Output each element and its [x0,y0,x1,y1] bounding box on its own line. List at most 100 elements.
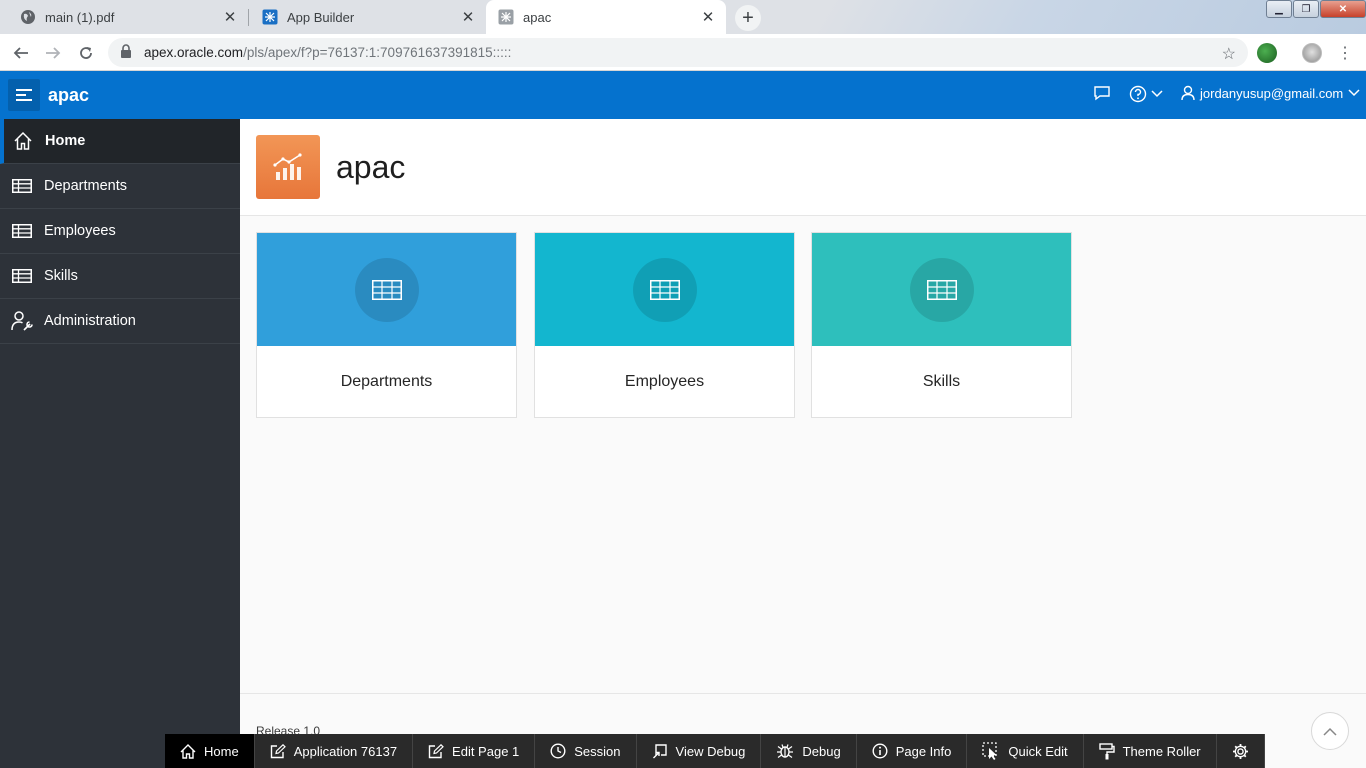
devbar-page-info-button[interactable]: Page Info [857,734,968,768]
arrow-right-icon [46,47,61,59]
chat-bubble-icon [1094,86,1110,101]
new-tab-button[interactable]: + [735,5,761,31]
devbar-settings-button[interactable] [1217,734,1265,768]
sidebar-item-administration[interactable]: Administration [0,299,240,344]
devbar-application-button[interactable]: Application 76137 [255,734,414,768]
paint-roller-icon [1098,742,1115,760]
card-banner [257,233,516,346]
card-employees[interactable]: Employees [534,232,795,418]
arrow-left-icon [13,47,28,59]
bookmark-star-icon[interactable]: ☆ [1222,44,1236,64]
side-navigation: Home Departments Employees Skills Admini… [0,119,240,768]
apex-icon [498,9,514,25]
close-tab-icon[interactable]: ✕ [700,8,716,26]
devbar-label: Application 76137 [293,743,398,759]
bug-icon [776,743,794,759]
devbar-quick-edit-button[interactable]: Quick Edit [967,734,1084,768]
browser-toolbar: apex.oracle.com/pls/apex/f?p=76137:1:709… [0,34,1366,71]
sidebar-item-label: Employees [44,223,116,239]
clock-icon [550,743,566,759]
edit-icon [270,743,286,759]
chevron-up-icon [1323,727,1337,736]
devbar-view-debug-button[interactable]: View Debug [637,734,762,768]
gear-icon [1232,743,1249,760]
extension-icon[interactable] [1257,43,1277,63]
restore-button[interactable]: ❐ [1293,0,1319,18]
user-email: jordanyusup@gmail.com [1200,85,1344,101]
devbar-session-button[interactable]: Session [535,734,637,768]
browser-tab-app-builder[interactable]: App Builder ✕ [250,0,486,34]
table-icon [11,175,33,197]
page-title: apac [336,149,406,185]
chevron-down-icon [1151,90,1163,98]
card-departments[interactable]: Departments [256,232,517,418]
app-chart-icon [256,135,320,199]
minimize-button[interactable]: ▁ [1266,0,1292,18]
sidebar-item-departments[interactable]: Departments [0,164,240,209]
window-close-button[interactable]: ✕ [1320,0,1366,18]
sidebar-item-label: Administration [44,313,136,329]
footer-divider [240,693,1366,694]
devbar-debug-button[interactable]: Debug [761,734,857,768]
table-icon [11,265,33,287]
edit-icon [428,743,444,759]
card-label: Employees [624,373,705,390]
devbar-home-button[interactable]: Home [165,734,255,768]
info-icon [872,743,888,759]
feedback-button[interactable] [1093,85,1111,101]
close-tab-icon[interactable]: ✕ [222,8,238,26]
table-icon [649,279,680,300]
help-icon [1129,85,1147,103]
url-host: apex.oracle.com [144,45,244,60]
browser-tab-apac[interactable]: apac ✕ [486,0,726,34]
sidebar-item-home[interactable]: Home [0,119,240,164]
forward-button[interactable] [42,42,64,64]
url-text: apex.oracle.com/pls/apex/f?p=76137:1:709… [144,45,511,60]
chevron-down-icon [1348,89,1360,97]
quick-edit-icon [982,742,1000,760]
sidebar-item-skills[interactable]: Skills [0,254,240,299]
browser-tab-strip: main (1).pdf ✕ App Builder ✕ apac ✕ + ▁ … [0,0,1366,34]
close-tab-icon[interactable]: ✕ [460,8,476,26]
developer-toolbar: Home Application 76137 Edit Page 1 Sessi… [165,734,1265,768]
table-icon [371,279,402,300]
card-label: Departments [340,373,433,390]
menu-icon [16,89,32,101]
sidebar-item-label: Home [45,133,86,149]
card-skills[interactable]: Skills [811,232,1072,418]
devbar-label: Home [204,743,239,759]
devbar-label: View Debug [675,743,746,759]
nav-toggle-button[interactable] [8,79,40,111]
card-banner [812,233,1071,346]
tab-title: main (1).pdf [45,9,115,25]
profile-avatar[interactable] [1302,43,1322,63]
reload-button[interactable] [75,42,97,64]
devbar-edit-page-button[interactable]: Edit Page 1 [413,734,536,768]
user-icon [1181,85,1195,101]
devbar-label: Page Info [895,743,952,759]
scroll-to-top-button[interactable] [1311,712,1349,750]
tab-title: apac [523,9,552,25]
user-menu-button[interactable]: jordanyusup@gmail.com [1181,85,1360,101]
sidebar-item-employees[interactable]: Employees [0,209,240,254]
app-name[interactable]: apac [48,85,89,106]
devbar-label: Edit Page 1 [452,743,520,759]
apex-icon [262,9,278,25]
help-menu-button[interactable] [1129,85,1163,103]
table-icon [926,279,957,300]
browser-menu-icon[interactable]: ⋮ [1334,42,1356,64]
address-bar[interactable]: apex.oracle.com/pls/apex/f?p=76137:1:709… [108,38,1248,67]
sidebar-item-label: Skills [44,268,78,284]
card-icon-circle [354,257,419,322]
window-controls: ▁ ❐ ✕ [1265,0,1366,18]
page-hero: apac [240,119,1366,216]
tab-separator [248,9,249,26]
globe-icon [20,9,36,25]
sidebar-item-label: Departments [44,178,128,194]
browser-tab-pdf[interactable]: main (1).pdf ✕ [8,0,248,34]
url-path: /pls/apex/f?p=76137:1:709761637391815:::… [243,45,512,60]
devbar-theme-roller-button[interactable]: Theme Roller [1084,734,1217,768]
back-button[interactable] [10,42,32,64]
card-icon-circle [632,257,697,322]
card-icon-circle [909,257,974,322]
